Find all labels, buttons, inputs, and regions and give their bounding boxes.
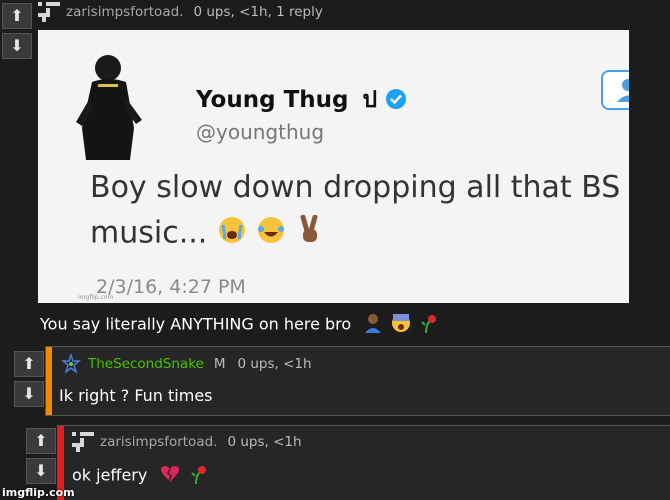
crying-face-emoji	[217, 215, 247, 253]
victory-hand-emoji	[296, 214, 324, 253]
wilted-flower-emoji	[420, 313, 440, 337]
user-avatar-icon[interactable]	[38, 2, 60, 22]
broken-heart-emoji	[160, 465, 180, 487]
tweet-screenshot-image: Young Thug ป @youngthug Boy slow down dr…	[38, 30, 629, 303]
arrow-down-icon: ⬇	[34, 461, 48, 480]
arrow-down-icon: ⬇	[10, 36, 24, 55]
tweet-name-glyph: ป	[362, 87, 378, 113]
verified-badge-icon	[386, 89, 407, 109]
downvote-button[interactable]: ⬇	[2, 33, 32, 59]
add-user-icon	[617, 79, 629, 102]
comment-3-body: ok jeffery	[72, 464, 210, 488]
upvote-button[interactable]: ⬆	[26, 428, 56, 454]
comment-2-header: TheSecondSnake M 0 ups, <1h	[60, 352, 312, 375]
upvote-button[interactable]: ⬆	[2, 3, 32, 29]
downvote-button[interactable]: ⬇	[14, 381, 44, 407]
comment-stats: 0 ups, <1h, 1 reply	[193, 4, 323, 20]
username-link[interactable]: TheSecondSnake	[88, 356, 204, 372]
comment-stats: 0 ups, <1h	[237, 356, 312, 372]
person-facepalm-emoji	[364, 313, 382, 337]
tweet-handle: @youngthug	[196, 120, 325, 144]
user-avatar-icon[interactable]	[72, 432, 94, 452]
arrow-down-icon: ⬇	[22, 384, 36, 403]
comment-stats: 0 ups, <1h	[227, 434, 302, 450]
comment-2-body: Ik right ? Fun times	[59, 386, 213, 405]
comment-3-header: zarisimpsfortoad. 0 ups, <1h	[72, 432, 302, 452]
follow-button	[601, 70, 629, 110]
username-link[interactable]: zarisimpsfortoad.	[100, 434, 217, 450]
tweet-watermark: imgflip.com	[78, 294, 114, 301]
tweet-date: 2/3/16, 4:27 PM	[96, 276, 246, 298]
downvote-button[interactable]: ⬇	[26, 458, 56, 484]
username-link[interactable]: zarisimpsfortoad.	[66, 4, 183, 20]
comment-1-body: You say literally ANYTHING on here bro	[40, 313, 440, 337]
comment-1-header: zarisimpsfortoad. 0 ups, <1h, 1 reply	[38, 2, 323, 22]
scared-face-emoji	[391, 313, 411, 337]
comment-2-accent-bar	[46, 347, 52, 415]
upvote-button[interactable]: ⬆	[14, 351, 44, 377]
snake-avatar-icon[interactable]	[60, 352, 82, 375]
vote-controls-comment-2: ⬆ ⬇	[14, 351, 44, 407]
tweet-author-name: Young Thug ป	[196, 82, 407, 118]
tweet-text-line-2: music...	[90, 214, 324, 253]
laughing-tears-emoji	[256, 215, 286, 253]
mod-badge: M	[213, 356, 226, 372]
arrow-up-icon: ⬆	[10, 6, 24, 25]
tweet-text-line-1: Boy slow down dropping all that BS	[90, 170, 621, 205]
arrow-up-icon: ⬆	[22, 354, 36, 373]
wilted-flower-emoji	[190, 464, 210, 488]
imgflip-watermark: imgflip.com	[2, 486, 75, 499]
young-thug-avatar	[76, 55, 142, 160]
vote-controls-comment-3: ⬆ ⬇	[26, 428, 56, 484]
vote-controls-comment-1: ⬆ ⬇	[2, 3, 32, 59]
arrow-up-icon: ⬆	[34, 431, 48, 450]
